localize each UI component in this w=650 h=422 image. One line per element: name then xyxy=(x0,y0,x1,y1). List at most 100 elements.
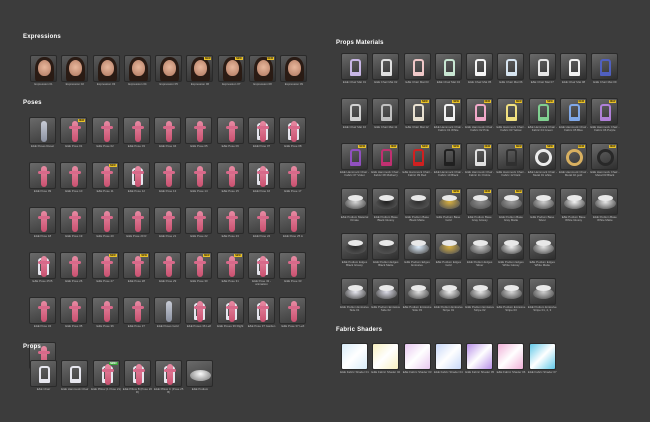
thumbnail-item[interactable]: E&E Pose 21 xyxy=(152,207,183,252)
thumbnail-item[interactable]: E&E Chair Mat 09 xyxy=(589,53,620,98)
thumbnail-item[interactable]: E&E Fabric Shader 05 xyxy=(464,343,495,374)
thumbnail-item[interactable]: E&E Chair Mat 07 xyxy=(527,53,558,98)
thumbnail-item[interactable]: E&E Podium Base Black Glossy xyxy=(370,188,401,233)
thumbnail-item[interactable]: E&E Poses 36 Left xyxy=(183,297,214,342)
thumbnail-item[interactable]: NEW E&E Pose 11 xyxy=(90,162,121,207)
thumbnail-item[interactable]: NEW E&E Podium Base Gray Matte xyxy=(495,188,526,233)
thumbnail-item[interactable]: E&E Podium Edges White Matte xyxy=(527,233,558,278)
thumbnail-item[interactable]: E&E Fabric Shader 06 xyxy=(495,343,526,374)
thumbnail-item[interactable]: Expression 09 xyxy=(278,55,309,86)
thumbnail-item[interactable]: E&E Podium Base Silver xyxy=(527,188,558,233)
thumbnail-item[interactable]: E&E Pose 04 xyxy=(152,117,183,162)
thumbnail-item[interactable]: NEW E&E Pose 31 xyxy=(215,252,246,297)
thumbnail-item[interactable]: E&E Pose 03 xyxy=(121,117,152,162)
thumbnail-item[interactable]: NEW E&E Podium Base Gray Glossy xyxy=(464,188,495,233)
thumbnail-item[interactable]: NEW E&E Hammock Chair - Fabric 08 Mulberr… xyxy=(370,143,401,188)
thumbnail-item[interactable]: NEW E&E Hammock Chair - Fabric 04 Green xyxy=(527,98,558,143)
thumbnail-item[interactable]: NEW E&E Podium Base Gold xyxy=(433,188,464,233)
thumbnail-item[interactable]: E&E Podium Emissive Stripe 03 xyxy=(495,278,526,323)
thumbnail-item[interactable]: E&E Pose 35 xyxy=(58,297,89,342)
thumbnail-item[interactable]: NEW E&E Pose 27 xyxy=(90,252,121,297)
thumbnail-item[interactable]: NEW Expression 07 xyxy=(216,55,247,86)
thumbnail-item[interactable]: E&E Podium Base White Glossy xyxy=(558,188,589,233)
thumbnail-item[interactable]: E&E Podium Edges Emissive xyxy=(402,233,433,278)
thumbnail-item[interactable]: NEW E&E Pose 28 xyxy=(121,252,152,297)
thumbnail-item[interactable]: E&E Chair Mat 01 xyxy=(339,53,370,98)
thumbnail-item[interactable]: E&E Pose 06 xyxy=(215,117,246,162)
thumbnail-item[interactable]: E&E Pose 13 xyxy=(152,162,183,207)
thumbnail-item[interactable]: E&E Podium Emissive Side 02 xyxy=(370,278,401,323)
thumbnail-item[interactable]: E&E Poses Gold xyxy=(152,297,183,342)
thumbnail-item[interactable]: E&E Podium Emissive Stripe 01 xyxy=(433,278,464,323)
thumbnail-item[interactable]: NEW E&E Hammock Chair - Fabric 02 Pink xyxy=(464,98,495,143)
thumbnail-item[interactable]: E&E Pose 22 xyxy=(183,207,214,252)
thumbnail-item[interactable]: E&E Podium Edges Black Matte xyxy=(370,233,401,278)
thumbnail-item[interactable]: E&E Chair Mat 11 xyxy=(370,98,401,143)
thumbnail-item[interactable]: E&E Pose 23 xyxy=(215,207,246,252)
thumbnail-item[interactable]: NEW E&E Hammock Chair - Fabric 03 Yellow xyxy=(495,98,526,143)
thumbnail-item[interactable]: Expression 01 xyxy=(28,55,59,86)
thumbnail-item[interactable]: NEW E&E Hammock Chair - Fabric 01 White xyxy=(433,98,464,143)
thumbnail-item[interactable]: E&E Podium Material Ornate xyxy=(339,188,370,233)
thumbnail-item[interactable]: E&E Podium Edges White Glossy xyxy=(495,233,526,278)
thumbnail-item[interactable]: E&E Pose 12 xyxy=(121,162,152,207)
thumbnail-item[interactable]: E&E Chair Mat 02 xyxy=(370,53,401,98)
thumbnail-item[interactable]: E&E Pose 07 xyxy=(246,117,277,162)
thumbnail-item[interactable]: E&E Chair Mat 06 xyxy=(495,53,526,98)
thumbnail-item[interactable]: E&E Pose 37 Left xyxy=(277,297,308,342)
thumbnail-item[interactable]: E&E Poses 36 Right xyxy=(215,297,246,342)
thumbnail-item[interactable]: NEW E&E Hammock Chair - Fabric 11 Ombre xyxy=(464,143,495,188)
thumbnail-item[interactable]: E&E Fabric Shader 03 xyxy=(402,343,433,374)
thumbnail-item[interactable]: E&E Fabric Shader 01 xyxy=(339,343,370,374)
thumbnail-item[interactable]: E&E Pose 17 xyxy=(277,162,308,207)
thumbnail-item[interactable]: E&E Podium Emissive Stripe 01, 2, 3 xyxy=(527,278,558,323)
thumbnail-item[interactable]: E&E Podium Base White Matte xyxy=(589,188,620,233)
thumbnail-item[interactable]: E&E Chair Mat 03 xyxy=(402,53,433,98)
thumbnail-item[interactable]: E&E Chair Mat 04 xyxy=(433,53,464,98)
thumbnail-item[interactable]: E&E Pose 08 xyxy=(277,117,308,162)
thumbnail-item[interactable]: NEW Expression 06 xyxy=(184,55,215,86)
thumbnail-item[interactable]: NEW E&E Hammock Chair - Fabric 09 Red xyxy=(402,143,433,188)
thumbnail-item[interactable]: NEW E&E Hammock Chair - Metal 03 Black xyxy=(589,143,620,188)
thumbnail-item[interactable]: NEW E&E Hammock Chair - Fabric 07 Violet xyxy=(339,143,370,188)
thumbnail-item[interactable]: E&E Pose 32 - animation xyxy=(246,252,277,297)
thumbnail-item[interactable]: NEW! E&E Pillow (1 Pose 21) xyxy=(91,360,122,395)
thumbnail-item[interactable]: E&E Pose 33 xyxy=(277,252,308,297)
thumbnail-item[interactable]: E&E Pose 09 xyxy=(27,162,58,207)
thumbnail-item[interactable]: E&E Fabric Shader 02 xyxy=(370,343,401,374)
thumbnail-item[interactable]: E&E Pose 26 xyxy=(58,252,89,297)
thumbnail-item[interactable]: E&E Podium Edges Black Glossy xyxy=(339,233,370,278)
thumbnail-item[interactable]: E&E Podium Base Black Matte xyxy=(402,188,433,233)
thumbnail-item[interactable]: E&E Pose 10 xyxy=(58,162,89,207)
thumbnail-item[interactable]: E&E Pose 20 R xyxy=(121,207,152,252)
thumbnail-item[interactable]: NEW E&E Hammock Chair - Fabric 10 Black xyxy=(433,143,464,188)
thumbnail-item[interactable]: E&E Pose 19 xyxy=(58,207,89,252)
thumbnail-item[interactable]: NEW E&E Hammock Chair - Fabric 06 Purple xyxy=(589,98,620,143)
thumbnail-item[interactable]: E&E Fabric Shader 07 xyxy=(527,343,558,374)
thumbnail-item[interactable]: E&E Pose 20 xyxy=(90,207,121,252)
thumbnail-item[interactable]: E&E Pose 36 xyxy=(90,297,121,342)
thumbnail-item[interactable]: E&E Pose 25 A xyxy=(277,207,308,252)
thumbnail-item[interactable]: NEW Expression 08 xyxy=(247,55,278,86)
thumbnail-item[interactable]: E&E Podium xyxy=(184,360,215,395)
thumbnail-item[interactable]: E&E Poses Reset xyxy=(27,117,58,162)
thumbnail-item[interactable]: NEW E&E Hammock Chair - Fabric 05 Blue xyxy=(558,98,589,143)
thumbnail-item[interactable]: E&E Hammock Chair xyxy=(59,360,90,395)
thumbnail-item[interactable]: E&E Pose 18 xyxy=(27,207,58,252)
thumbnail-item[interactable]: E&E Podium Emissive Stripe 02 xyxy=(464,278,495,323)
thumbnail-item[interactable]: E&E Pose 34 xyxy=(27,297,58,342)
thumbnail-item[interactable]: E&E Pose 15 xyxy=(215,162,246,207)
thumbnail-item[interactable]: E&E Pose 25 B xyxy=(27,252,58,297)
thumbnail-item[interactable]: E&E Pose 02 xyxy=(90,117,121,162)
thumbnail-item[interactable]: E&E Pillow C (Pose 25 B) xyxy=(153,360,184,395)
thumbnail-item[interactable]: E&E Pose 05 xyxy=(183,117,214,162)
thumbnail-item[interactable]: E&E Chair xyxy=(28,360,59,395)
thumbnail-item[interactable]: E&E Chair Mat 05 xyxy=(464,53,495,98)
thumbnail-item[interactable]: E&E Chair Mat 08 xyxy=(558,53,589,98)
thumbnail-item[interactable]: NEW E&E Chair Mat 12 xyxy=(402,98,433,143)
thumbnail-item[interactable]: E&E Pose 16 xyxy=(246,162,277,207)
thumbnail-item[interactable]: Expression 03 xyxy=(91,55,122,86)
thumbnail-item[interactable]: E&E Pose 37 xyxy=(121,297,152,342)
thumbnail-item[interactable]: E&E Fabric Shader 04 xyxy=(433,343,464,374)
thumbnail-item[interactable]: Expression 05 xyxy=(153,55,184,86)
